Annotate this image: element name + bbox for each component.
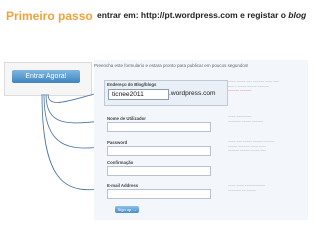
email-help: ~~~~ ~~~~ ~~~~~~~~~~~ ~~~~~~~ ~~ ~~~~~ (228, 184, 266, 193)
email-input[interactable] (107, 189, 211, 199)
email-label: E-mail Address (107, 183, 139, 188)
blog-name-input[interactable]: ticnee2011 (108, 89, 169, 100)
username-label: Nome de Utilizador (107, 116, 146, 121)
confirm-label: Confirmação (107, 160, 134, 165)
password-label: Password (107, 140, 128, 145)
username-input[interactable] (107, 122, 211, 132)
username-help: ~~~~ ~~~~~~~~ ~~~~~~~ ~~~~~ ~~~~~~ (228, 115, 264, 124)
password-input[interactable] (107, 146, 211, 156)
password-help: ~~~~ ~~~ ~~~~~ ~~~~~ ~~~~~~ ~~~~~ ~~~~~~ … (228, 140, 275, 154)
blog-address-help: ~~~~ ~~~~~ ~~~ ~~~~~~ ~~~~ ~~~ ~~~ ~ ~~~… (228, 80, 279, 94)
form-header: Preencha este formulario e estara pronto… (94, 63, 249, 68)
signup-button[interactable]: Sign up → (115, 206, 139, 213)
confirm-password-input[interactable] (107, 166, 211, 176)
blog-domain-suffix: .wordpress.com (169, 90, 216, 97)
blog-address-label: Endereço do Blog/blogs (107, 82, 157, 87)
